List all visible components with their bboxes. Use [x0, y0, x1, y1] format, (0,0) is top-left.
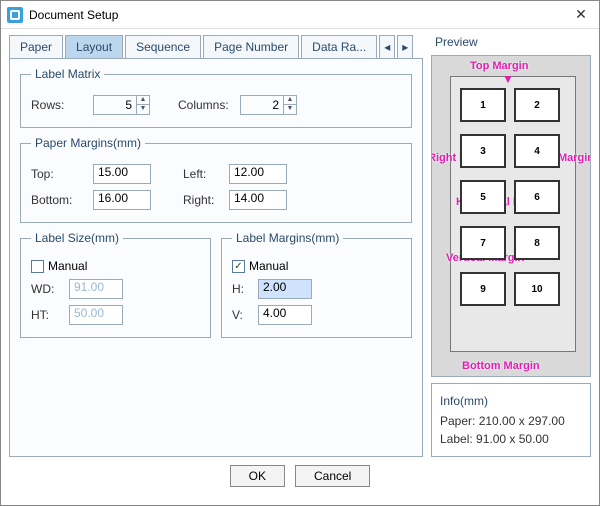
cols-up[interactable]: ▲ — [284, 96, 296, 105]
preview-cell: 7 — [460, 226, 506, 260]
ok-button[interactable]: OK — [230, 465, 285, 487]
tab-scroll-left[interactable]: ◂ — [379, 35, 395, 58]
preview-cell: 5 — [460, 180, 506, 214]
tab-sequence[interactable]: Sequence — [125, 35, 201, 58]
v-label: V: — [232, 308, 252, 322]
checkbox-checked-icon: ✓ — [232, 260, 245, 273]
window-title: Document Setup — [29, 8, 569, 22]
label-size-manual[interactable]: Manual — [31, 259, 200, 273]
h-input[interactable]: 2.00 — [258, 279, 312, 299]
margin-bottom-input[interactable]: 16.00 — [93, 190, 151, 210]
label-margins-legend: Label Margins(mm) — [232, 231, 343, 245]
preview-cell: 1 — [460, 88, 506, 122]
rows-value: 5 — [94, 96, 136, 114]
app-icon — [7, 7, 23, 23]
cols-down[interactable]: ▼ — [284, 105, 296, 114]
wd-label: WD: — [31, 282, 63, 296]
label-matrix-group: Label Matrix Rows: 5 ▲▼ Columns: 2 ▲▼ — [20, 67, 412, 128]
margin-left-label: Left: — [183, 167, 223, 181]
h-label: H: — [232, 282, 252, 296]
tab-paper[interactable]: Paper — [9, 35, 63, 58]
checkbox-icon — [31, 260, 44, 273]
paper-margins-legend: Paper Margins(mm) — [31, 136, 145, 150]
info-panel: Info(mm) Paper: 210.00 x 297.00 Label: 9… — [431, 383, 591, 457]
tab-data-range[interactable]: Data Ra... — [301, 35, 377, 58]
tab-layout[interactable]: Layout — [65, 35, 123, 58]
margin-top-label: Top: — [31, 167, 87, 181]
ann-top: Top Margin — [470, 60, 528, 72]
preview-cell: 6 — [514, 180, 560, 214]
preview-cell: 3 — [460, 134, 506, 168]
tab-scroll-right[interactable]: ▸ — [397, 35, 413, 58]
columns-label: Columns: — [178, 98, 234, 112]
preview-panel: Top Margin ▼ Right Margin Left Margin Ho… — [431, 55, 591, 377]
paper-margins-group: Paper Margins(mm) Top: 15.00 Left: 12.00… — [20, 136, 412, 223]
wd-input: 91.00 — [69, 279, 123, 299]
info-label: Label: 91.00 x 50.00 — [440, 432, 582, 446]
columns-spinner[interactable]: 2 ▲▼ — [240, 95, 297, 115]
rows-label: Rows: — [31, 98, 87, 112]
v-input[interactable]: 4.00 — [258, 305, 312, 325]
ht-input: 50.00 — [69, 305, 123, 325]
preview-cell: 4 — [514, 134, 560, 168]
label-matrix-legend: Label Matrix — [31, 67, 104, 81]
label-size-manual-label: Manual — [48, 259, 87, 273]
margin-right-label: Right: — [183, 193, 223, 207]
arrow-down-icon: ▼ — [502, 72, 514, 86]
titlebar: Document Setup ✕ — [1, 1, 599, 29]
label-margins-manual[interactable]: ✓ Manual — [232, 259, 401, 273]
preview-cell: 9 — [460, 272, 506, 306]
info-paper: Paper: 210.00 x 297.00 — [440, 414, 582, 428]
info-legend: Info(mm) — [440, 394, 582, 408]
document-setup-dialog: Document Setup ✕ Paper Layout Sequence P… — [0, 0, 600, 506]
layout-panel: Label Matrix Rows: 5 ▲▼ Columns: 2 ▲▼ — [9, 59, 423, 457]
label-margins-manual-label: Manual — [249, 259, 288, 273]
rows-up[interactable]: ▲ — [137, 96, 149, 105]
preview-cell: 10 — [514, 272, 560, 306]
margin-top-input[interactable]: 15.00 — [93, 164, 151, 184]
label-size-legend: Label Size(mm) — [31, 231, 123, 245]
tab-page-number[interactable]: Page Number — [203, 35, 299, 58]
preview-legend: Preview — [431, 35, 591, 49]
close-button[interactable]: ✕ — [569, 6, 593, 23]
rows-spinner[interactable]: 5 ▲▼ — [93, 95, 150, 115]
label-margins-group: Label Margins(mm) ✓ Manual H: 2.00 V: 4.… — [221, 231, 412, 338]
ann-bottom: Bottom Margin — [462, 360, 540, 372]
ht-label: HT: — [31, 308, 63, 322]
cancel-button[interactable]: Cancel — [295, 465, 370, 487]
margin-right-input[interactable]: 14.00 — [229, 190, 287, 210]
margin-left-input[interactable]: 12.00 — [229, 164, 287, 184]
preview-cell: 8 — [514, 226, 560, 260]
columns-value: 2 — [241, 96, 283, 114]
dialog-footer: OK Cancel — [1, 459, 599, 487]
rows-down[interactable]: ▼ — [137, 105, 149, 114]
label-size-group: Label Size(mm) Manual WD: 91.00 HT: 50.0… — [20, 231, 211, 338]
tabs: Paper Layout Sequence Page Number Data R… — [9, 35, 423, 59]
preview-cell: 2 — [514, 88, 560, 122]
margin-bottom-label: Bottom: — [31, 193, 87, 207]
